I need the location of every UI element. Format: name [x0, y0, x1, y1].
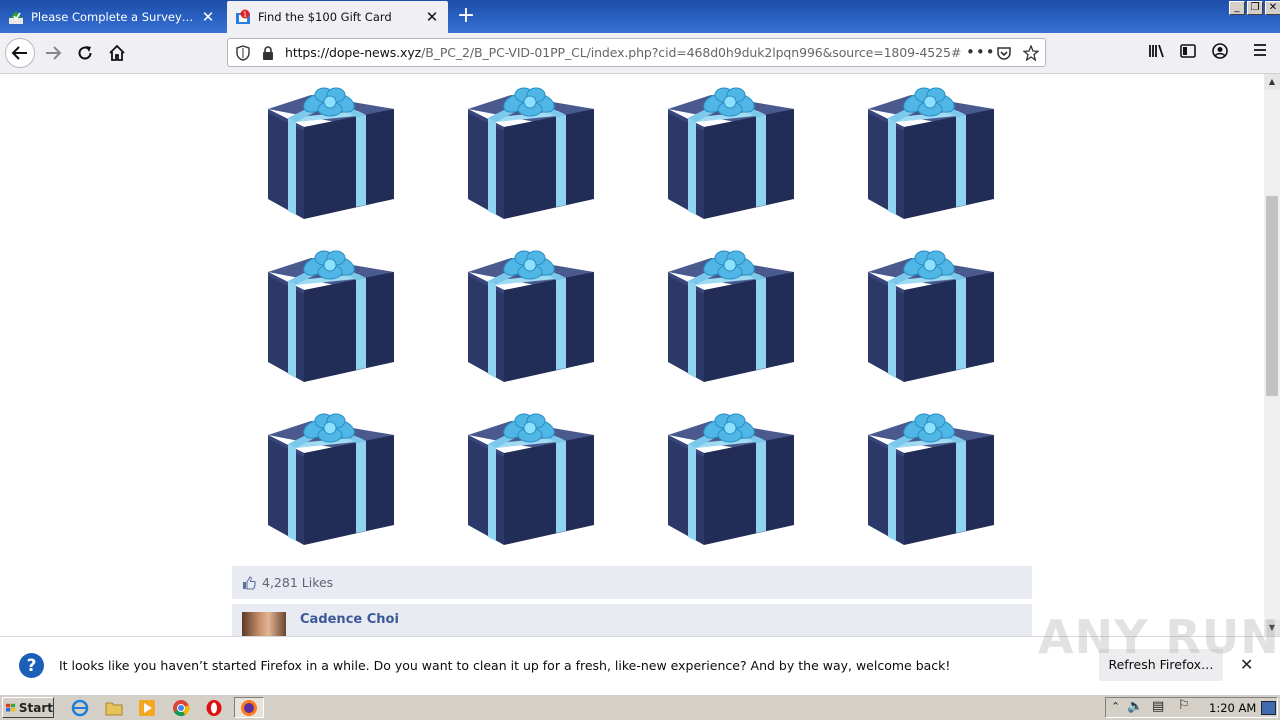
likes-count: 4,281 Likes	[262, 575, 334, 590]
likes-bar: 4,281 Likes	[232, 566, 1032, 599]
url-path: /B_PC_2/B_PC-VID-01PP_CL/index.php?cid=4…	[421, 45, 962, 60]
notification-message: It looks like you haven’t started Firefo…	[59, 658, 951, 673]
network-icon[interactable]: ▤	[1152, 699, 1164, 714]
scroll-thumb[interactable]	[1266, 196, 1278, 396]
forward-button[interactable]	[38, 38, 68, 68]
navigation-toolbar: https://dope-news.xyz/B_PC_2/B_PC-VID-01…	[0, 33, 1280, 74]
folder-icon[interactable]	[105, 699, 123, 717]
close-tab-icon[interactable]: ✕	[200, 8, 216, 26]
commenter-name[interactable]: Cadence Choi	[300, 612, 399, 627]
back-button[interactable]	[5, 38, 35, 68]
volume-icon[interactable]: 🔈	[1127, 699, 1143, 714]
tab-strip: Please Complete a Survey Below t ✕ 1 Fin…	[0, 0, 1280, 33]
taskbar: Start ⌃ 🔈 ▤ ⚐ 1:20 AM	[0, 694, 1280, 720]
pocket-icon[interactable]	[996, 45, 1012, 61]
url-host: https://dope-news.xyz	[285, 45, 422, 60]
account-icon[interactable]	[1212, 43, 1228, 59]
gift-box[interactable]	[466, 87, 596, 219]
tab-title: Find the $100 Gift Card	[258, 10, 392, 24]
new-tab-button[interactable]: +	[452, 3, 480, 31]
start-label: Start	[18, 700, 53, 715]
home-button[interactable]	[102, 38, 132, 68]
vertical-scrollbar[interactable]: ▲ ▼	[1264, 74, 1280, 636]
forward-arrow-icon	[46, 46, 62, 60]
gift-favicon-icon: 1	[235, 9, 251, 25]
page-content: 4,281 Likes Cadence Choi	[0, 74, 1264, 636]
media-player-icon[interactable]	[138, 699, 156, 717]
bookmark-star-icon[interactable]	[1023, 45, 1039, 61]
gift-box[interactable]	[866, 250, 996, 382]
firefox-icon	[241, 700, 257, 716]
gift-box[interactable]	[666, 87, 796, 219]
gift-box[interactable]	[266, 250, 396, 382]
tab-gift-card[interactable]: 1 Find the $100 Gift Card ✕	[227, 1, 448, 33]
avatar	[242, 612, 286, 636]
windows-logo-icon	[6, 703, 16, 712]
chrome-icon[interactable]	[172, 699, 190, 717]
firefox-taskbar-button[interactable]	[234, 697, 264, 718]
system-tray: ⌃ 🔈 ▤ ⚐ 1:20 AM	[1105, 697, 1278, 718]
gift-box[interactable]	[266, 413, 396, 545]
library-icon[interactable]	[1148, 43, 1166, 59]
gift-box[interactable]	[666, 250, 796, 382]
start-button[interactable]: Start	[2, 697, 54, 718]
gift-box[interactable]	[866, 413, 996, 545]
show-hidden-icons-icon[interactable]: ⌃	[1111, 700, 1120, 713]
menu-icon[interactable]	[1253, 43, 1267, 57]
window-controls: _ ❐ ✕	[1229, 1, 1280, 15]
sidebar-icon[interactable]	[1180, 43, 1196, 59]
svg-text:?: ?	[27, 656, 37, 676]
home-icon	[109, 44, 125, 61]
internet-explorer-icon[interactable]	[71, 699, 89, 717]
reload-button[interactable]	[70, 38, 100, 68]
thumbs-up-icon	[243, 575, 256, 589]
survey-favicon-icon	[8, 9, 24, 25]
opera-icon[interactable]	[205, 699, 223, 717]
gift-box[interactable]	[866, 87, 996, 219]
show-desktop-icon[interactable]	[1261, 701, 1276, 715]
reload-icon	[78, 46, 92, 60]
lock-icon[interactable]	[262, 45, 274, 61]
scroll-up-icon[interactable]: ▲	[1264, 74, 1280, 90]
gift-box[interactable]	[266, 87, 396, 219]
gift-box[interactable]	[466, 250, 596, 382]
tab-title: Please Complete a Survey Below t	[31, 10, 194, 24]
minimize-icon[interactable]: _	[1229, 1, 1245, 15]
question-icon: ?	[19, 653, 44, 678]
close-tab-icon[interactable]: ✕	[424, 8, 440, 26]
gift-box[interactable]	[466, 413, 596, 545]
action-center-flag-icon[interactable]: ⚐	[1178, 698, 1190, 713]
anyrun-watermark: ANY RUN	[1038, 610, 1280, 664]
close-window-icon[interactable]: ✕	[1265, 1, 1280, 15]
shield-icon[interactable]	[236, 45, 250, 61]
restore-icon[interactable]: ❐	[1247, 1, 1263, 15]
clock[interactable]: 1:20 AM	[1209, 701, 1256, 715]
gift-box[interactable]	[666, 413, 796, 545]
comment: Cadence Choi	[232, 604, 1032, 636]
back-arrow-icon	[11, 46, 27, 60]
url-bar[interactable]: https://dope-news.xyz/B_PC_2/B_PC-VID-01…	[227, 38, 1046, 67]
tab-survey[interactable]: Please Complete a Survey Below t ✕	[0, 1, 224, 33]
url-text[interactable]: https://dope-news.xyz/B_PC_2/B_PC-VID-01…	[285, 45, 961, 60]
svg-text:1: 1	[243, 11, 247, 19]
page-actions-icon[interactable]: •••	[966, 43, 996, 61]
